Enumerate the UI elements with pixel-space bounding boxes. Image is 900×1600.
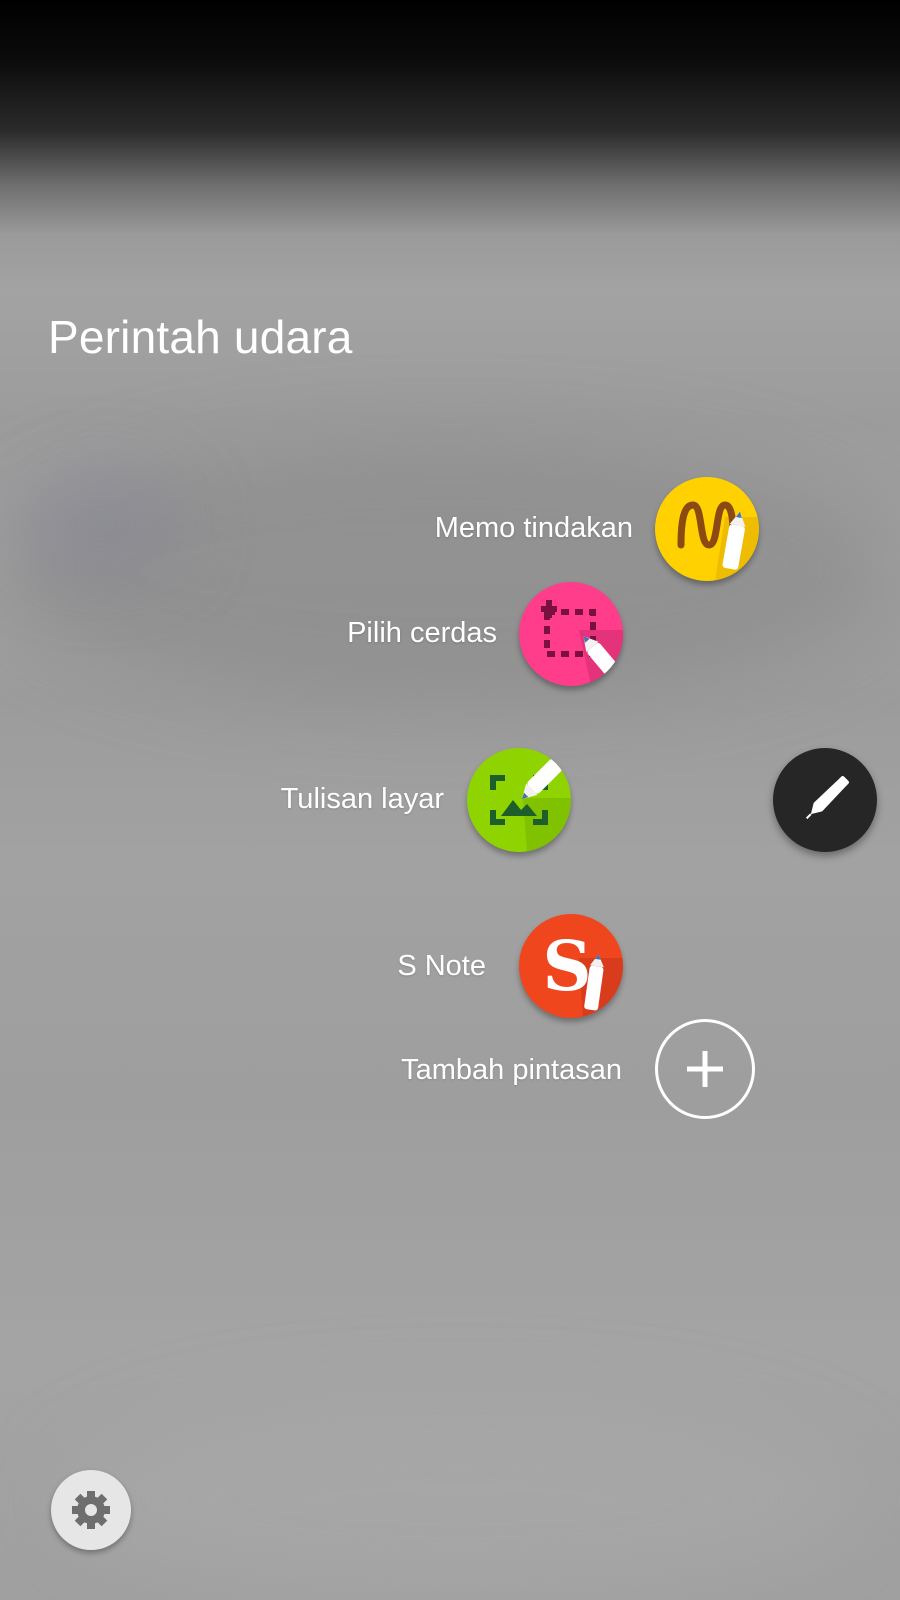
action-memo-button[interactable] bbox=[655, 477, 759, 581]
s-note-letter: S bbox=[542, 927, 591, 1007]
plus-icon bbox=[687, 1051, 723, 1087]
s-note-button[interactable]: S bbox=[519, 914, 623, 1018]
background-blur bbox=[60, 1400, 860, 1600]
command-label-screen-write[interactable]: Tulisan layar bbox=[281, 783, 444, 816]
settings-button[interactable] bbox=[51, 1470, 131, 1550]
command-label-action-memo[interactable]: Memo tindakan bbox=[435, 512, 633, 545]
smart-select-button[interactable] bbox=[519, 582, 623, 686]
gear-icon bbox=[72, 1491, 110, 1529]
screen-write-icon bbox=[490, 759, 571, 852]
command-label-smart-select[interactable]: Pilih cerdas bbox=[347, 617, 497, 650]
command-label-s-note[interactable]: S Note bbox=[397, 950, 486, 983]
air-command-pen-button[interactable] bbox=[773, 748, 877, 852]
command-label-add-shortcut[interactable]: Tambah pintasan bbox=[401, 1054, 622, 1087]
page-title: Perintah udara bbox=[48, 311, 353, 363]
smart-select-icon bbox=[541, 600, 623, 686]
add-shortcut-button[interactable] bbox=[655, 1019, 755, 1119]
background-blur bbox=[0, 440, 900, 700]
background-blur bbox=[20, 480, 180, 570]
action-memo-icon bbox=[677, 501, 759, 581]
pen-icon bbox=[805, 776, 849, 820]
s-note-icon: S bbox=[542, 927, 623, 1018]
screen-write-button[interactable] bbox=[467, 748, 571, 852]
